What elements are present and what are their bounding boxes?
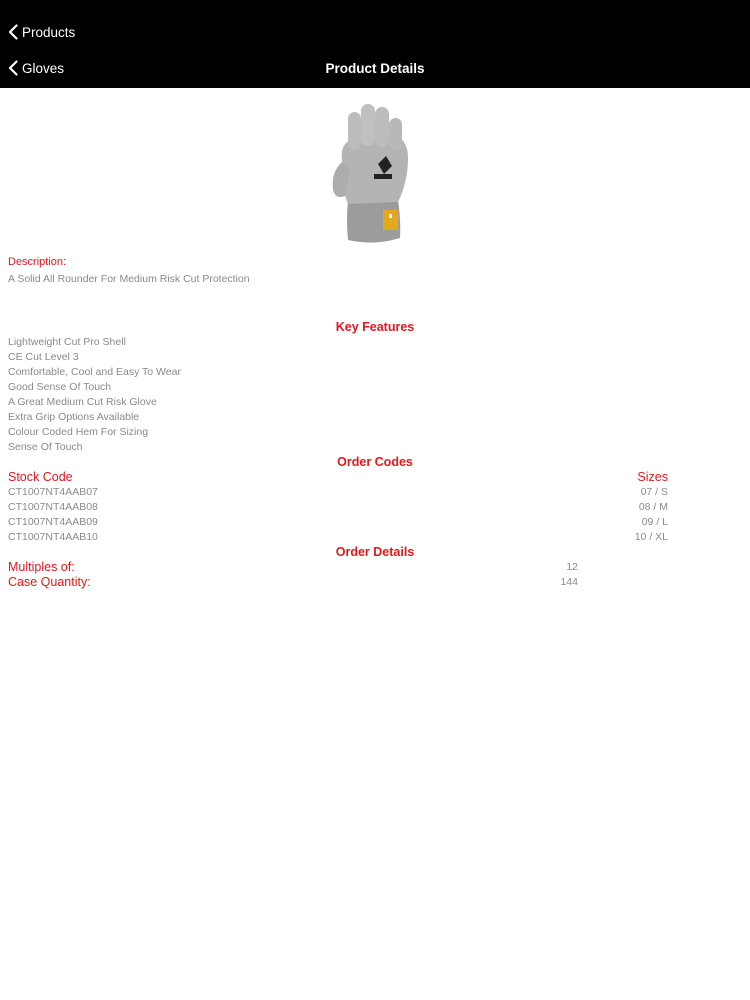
stock-code-column-header: Stock Code bbox=[8, 470, 73, 484]
table-row: CT1007NT4AAB08 08 / M bbox=[8, 500, 668, 515]
stock-code-cell: CT1007NT4AAB09 bbox=[8, 516, 98, 528]
glove-product-image bbox=[332, 104, 408, 243]
key-features-heading: Key Features bbox=[335, 320, 415, 334]
back-to-products-label: Products bbox=[22, 24, 76, 40]
size-cell: 07 / S bbox=[640, 486, 668, 498]
feature-item: Colour Coded Hem For Sizing bbox=[8, 426, 149, 438]
feature-item: Sense Of Touch bbox=[8, 441, 83, 453]
feature-item: A Great Medium Cut Risk Glove bbox=[8, 396, 157, 408]
multiples-of-value: 12 bbox=[566, 561, 578, 573]
size-cell: 10 / XL bbox=[634, 531, 668, 543]
multiples-of-row: Multiples of: 12 bbox=[8, 560, 578, 575]
back-to-products-button[interactable]: Products bbox=[8, 24, 75, 40]
order-codes-header: Stock Code Sizes bbox=[8, 470, 668, 485]
case-quantity-label: Case Quantity: bbox=[8, 575, 91, 589]
description-text: A Solid All Rounder For Medium Risk Cut … bbox=[8, 273, 250, 285]
stock-code-cell: CT1007NT4AAB10 bbox=[8, 531, 98, 543]
table-row: CT1007NT4AAB10 10 / XL bbox=[8, 530, 668, 545]
feature-item: Good Sense Of Touch bbox=[8, 381, 112, 393]
table-row: CT1007NT4AAB09 09 / L bbox=[8, 515, 668, 530]
order-codes-table: CT1007NT4AAB07 07 / S CT1007NT4AAB08 08 … bbox=[8, 485, 668, 545]
chevron-left-icon bbox=[8, 24, 18, 40]
feature-item: CE Cut Level 3 bbox=[8, 351, 79, 363]
sizes-column-header: Sizes bbox=[637, 470, 668, 484]
page-title: Product Details bbox=[325, 61, 425, 76]
navigation-bar: Products Gloves Product Details bbox=[0, 0, 750, 88]
key-features-list: Lightweight Cut Pro Shell CE Cut Level 3… bbox=[8, 335, 181, 455]
feature-item: Comfortable, Cool and Easy To Wear bbox=[8, 366, 181, 378]
feature-item: Lightweight Cut Pro Shell bbox=[8, 336, 126, 348]
feature-item: Extra Grip Options Available bbox=[8, 411, 140, 423]
table-row: CT1007NT4AAB07 07 / S bbox=[8, 485, 668, 500]
description-label: Description: bbox=[8, 256, 67, 268]
order-details-heading: Order Details bbox=[335, 545, 415, 559]
stock-code-cell: CT1007NT4AAB08 bbox=[8, 501, 98, 513]
multiples-of-label: Multiples of: bbox=[8, 560, 75, 574]
size-cell: 08 / M bbox=[638, 501, 668, 513]
size-cell: 09 / L bbox=[641, 516, 668, 528]
order-codes-heading: Order Codes bbox=[337, 455, 413, 469]
stock-code-cell: CT1007NT4AAB07 bbox=[8, 486, 98, 498]
case-quantity-value: 144 bbox=[560, 576, 578, 588]
case-quantity-row: Case Quantity: 144 bbox=[8, 575, 578, 590]
